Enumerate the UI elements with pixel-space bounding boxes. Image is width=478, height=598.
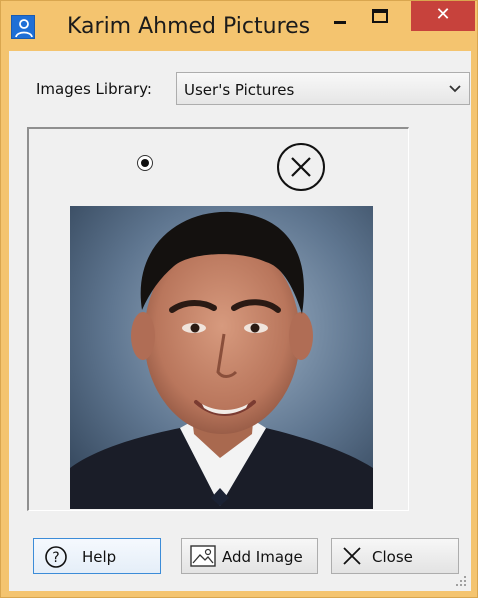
images-library-select[interactable]: User's Pictures: [176, 72, 470, 105]
title-bar[interactable]: Karim Ahmed Pictures ✕: [1, 1, 477, 51]
close-label: Close: [372, 548, 413, 566]
minimize-icon: [334, 21, 346, 24]
user-icon: [11, 15, 35, 39]
add-image-button[interactable]: Add Image: [181, 538, 318, 574]
dialog-content: Images Library: User's Pictures ? Help A…: [9, 51, 471, 591]
x-icon: [343, 547, 361, 565]
help-label: Help: [82, 548, 117, 566]
question-circle-icon: ?: [45, 546, 67, 568]
images-library-value: User's Pictures: [184, 81, 295, 99]
close-button[interactable]: Close: [331, 538, 459, 574]
close-icon: ✕: [435, 4, 451, 25]
window-title: Karim Ahmed Pictures: [67, 14, 311, 39]
help-button[interactable]: ? Help: [33, 538, 161, 574]
images-library-label: Images Library:: [36, 80, 152, 98]
circle-x-icon[interactable]: [275, 141, 327, 193]
portrait-photo: [70, 206, 373, 509]
minimize-button[interactable]: [325, 1, 357, 41]
maximize-button[interactable]: [365, 1, 397, 41]
window-close-button[interactable]: ✕: [411, 1, 475, 31]
image-viewer: [27, 127, 409, 511]
svg-text:?: ?: [52, 550, 59, 566]
maximize-icon: [372, 9, 388, 23]
chevron-down-icon: [449, 85, 461, 93]
picture-icon: [190, 545, 216, 567]
dialog-window: Karim Ahmed Pictures ✕ Images Library: U…: [0, 0, 478, 598]
add-image-label: Add Image: [222, 548, 303, 566]
default-picture-radio[interactable]: [137, 155, 153, 171]
resize-grip-icon[interactable]: [455, 575, 467, 587]
